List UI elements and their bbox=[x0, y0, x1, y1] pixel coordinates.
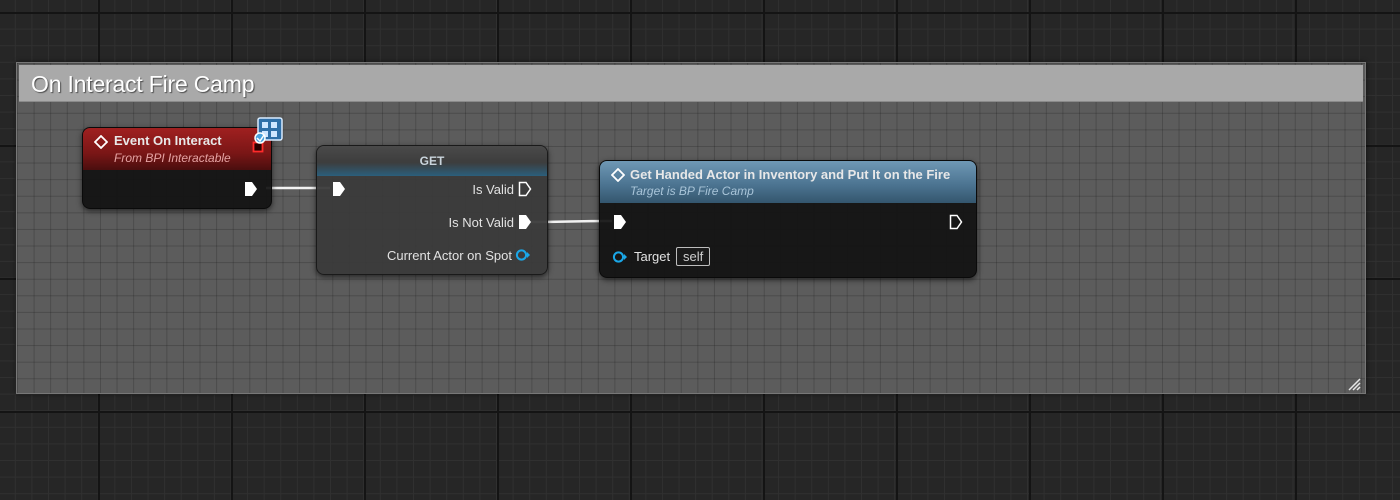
function-node[interactable]: Get Handed Actor in Inventory and Put It… bbox=[599, 160, 977, 278]
is-valid-label: Is Valid bbox=[472, 182, 514, 197]
function-node-title: Get Handed Actor in Inventory and Put It… bbox=[630, 167, 951, 182]
exec-in-pin-icon[interactable] bbox=[332, 181, 346, 197]
function-icon bbox=[611, 168, 625, 182]
get-node[interactable]: GET Is Valid Is Not Valid Current Actor … bbox=[316, 145, 548, 275]
is-not-valid-exec-pin-icon[interactable] bbox=[518, 214, 532, 230]
is-valid-exec-pin-icon[interactable] bbox=[518, 181, 532, 197]
event-node-header[interactable]: Event On Interact From BPI Interactable bbox=[83, 128, 271, 170]
function-exec-out-pin-icon[interactable] bbox=[949, 214, 963, 230]
event-node-subtitle: From BPI Interactable bbox=[114, 151, 231, 165]
interface-badge-icon bbox=[254, 117, 283, 144]
event-node[interactable]: Event On Interact From BPI Interactable bbox=[82, 127, 272, 209]
function-node-header[interactable]: Get Handed Actor in Inventory and Put It… bbox=[600, 161, 976, 203]
is-not-valid-label: Is Not Valid bbox=[448, 215, 514, 230]
exec-out-pin-icon[interactable] bbox=[244, 181, 258, 197]
current-actor-label: Current Actor on Spot bbox=[386, 248, 512, 263]
function-node-subtitle: Target is BP Fire Camp bbox=[630, 184, 754, 198]
target-object-pin-icon[interactable] bbox=[612, 250, 628, 264]
function-exec-in-pin-icon[interactable] bbox=[613, 214, 627, 230]
target-self-field[interactable]: self bbox=[676, 247, 711, 266]
get-node-title: GET bbox=[419, 154, 445, 168]
event-icon bbox=[94, 135, 108, 149]
event-node-title: Event On Interact bbox=[114, 133, 222, 148]
target-label: Target bbox=[634, 249, 671, 264]
get-node-header[interactable]: GET bbox=[317, 146, 547, 176]
current-actor-object-pin-icon[interactable] bbox=[515, 248, 531, 262]
